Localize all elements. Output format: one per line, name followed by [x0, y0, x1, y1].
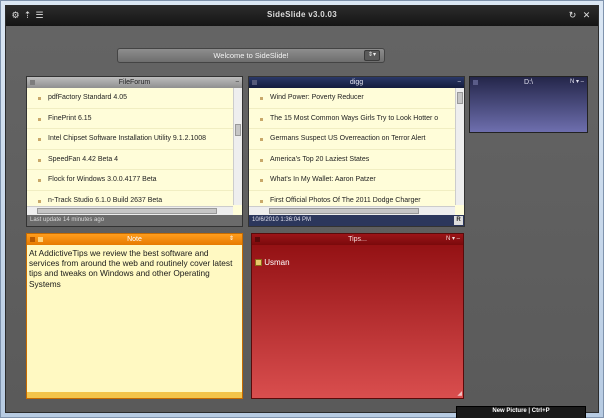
vertical-scrollbar[interactable]: [455, 88, 464, 205]
list-item[interactable]: Flock for Windows 3.0.0.4177 Beta: [27, 170, 233, 191]
list-item[interactable]: SpeedFan 4.42 Beta 4: [27, 150, 233, 170]
drive-header[interactable]: D:\ N ▾ –: [470, 77, 587, 88]
welcome-label: Welcome to SideSlide!: [213, 51, 289, 60]
scroll-thumb[interactable]: [457, 92, 463, 104]
workspace[interactable]: Welcome to SideSlide! ⇕▾ FileForum – pdf…: [6, 26, 598, 418]
refresh-icon[interactable]: ↻: [567, 10, 578, 21]
note-title: Note: [127, 236, 142, 243]
digg-timestamp: 10/6/2010 1:36:04 PM: [252, 217, 312, 223]
list-item[interactable]: The 15 Most Common Ways Girls Try to Loo…: [249, 109, 455, 129]
scroll-thumb[interactable]: [37, 208, 217, 214]
fileforum-status: Last update 14 minutes ago: [27, 215, 242, 226]
panel-grip-icon[interactable]: [30, 237, 35, 242]
scroll-thumb[interactable]: [235, 124, 241, 136]
note-panel[interactable]: Note ⇕ At AddictiveTips we review the be…: [26, 233, 243, 399]
sideslide-window: ⚙ ⇡ ☰ SideSlide v3.0.03 ↻ ✕ Welcome to S…: [5, 5, 599, 418]
list-item[interactable]: Intel Chipset Software Installation Util…: [27, 129, 233, 150]
digg-list: Wind Power: Poverty Reducer The 15 Most …: [249, 88, 455, 205]
list-item[interactable]: pdfFactory Standard 4.05: [27, 88, 233, 109]
list-item[interactable]: FinePrint 6.15: [27, 109, 233, 129]
contact-name: Usman: [264, 258, 290, 267]
list-item[interactable]: Wind Power: Poverty Reducer: [249, 88, 455, 109]
welcome-bar[interactable]: Welcome to SideSlide! ⇕▾: [117, 48, 385, 63]
color-swatch-icon[interactable]: [38, 237, 43, 242]
list-item[interactable]: First Official Photos Of The 2011 Dodge …: [249, 191, 455, 206]
horizontal-scrollbar[interactable]: [27, 206, 233, 215]
horizontal-scrollbar[interactable]: [249, 206, 455, 215]
list-item[interactable]: n-Track Studio 6.1.0 Build 2637 Beta: [27, 191, 233, 206]
list-item[interactable]: Germans Suspect US Overreaction on Terro…: [249, 129, 455, 150]
resize-grip-icon[interactable]: ◢: [457, 390, 462, 397]
scroll-thumb[interactable]: [269, 208, 419, 214]
drive-panel[interactable]: D:\ N ▾ –: [469, 76, 588, 133]
fileforum-title: FileForum: [118, 79, 151, 86]
welcome-dropdown-button[interactable]: ⇕▾: [364, 50, 380, 61]
panel-grip-icon[interactable]: [30, 80, 35, 85]
contact-item[interactable]: Usman: [255, 258, 290, 267]
note-header[interactable]: Note ⇕: [27, 234, 242, 245]
collapse-icon[interactable]: –: [458, 77, 461, 88]
panel-grip-icon[interactable]: [252, 80, 257, 85]
title-bar[interactable]: ⚙ ⇡ ☰ SideSlide v3.0.03 ↻ ✕: [6, 6, 598, 26]
digg-title: digg: [349, 79, 364, 86]
note-text[interactable]: At AddictiveTips we review the best soft…: [29, 248, 240, 289]
toolbar-tooltip: New Picture | Ctrl+P: [492, 408, 550, 414]
list-item[interactable]: America's Top 20 Laziest States: [249, 150, 455, 170]
drive-title: D:\: [524, 79, 533, 86]
tips-panel[interactable]: Tips... N ▾ – Usman ◢: [251, 233, 464, 399]
app-title: SideSlide v3.0.03: [266, 10, 338, 19]
tips-title: Tips...: [348, 236, 367, 243]
list-item[interactable]: What's In My Wallet: Aaron Patzer: [249, 170, 455, 191]
fileforum-list: pdfFactory Standard 4.05 FinePrint 6.15 …: [27, 88, 233, 205]
tips-header[interactable]: Tips... N ▾ –: [252, 234, 463, 245]
vertical-scrollbar[interactable]: [233, 88, 242, 205]
new-item-toolbar: New Picture | Ctrl+P ⚙ ⚲ T: [456, 406, 586, 418]
digg-status: 10/6/2010 1:36:04 PM R: [249, 215, 464, 226]
fileforum-header[interactable]: FileForum –: [27, 77, 242, 88]
note-footer: [27, 392, 242, 398]
contact-icon: [255, 259, 262, 266]
close-icon[interactable]: ✕: [581, 10, 592, 21]
collapse-icon[interactable]: –: [236, 77, 239, 88]
panel-options-icon[interactable]: N ▾ –: [446, 234, 460, 245]
refresh-badge[interactable]: R: [454, 216, 463, 225]
fileforum-panel[interactable]: FileForum – pdfFactory Standard 4.05 Fin…: [26, 76, 243, 227]
digg-panel[interactable]: digg – Wind Power: Poverty Reducer The 1…: [248, 76, 465, 227]
resize-icon[interactable]: ⇕: [229, 234, 234, 245]
panel-grip-icon[interactable]: [473, 80, 478, 85]
digg-header[interactable]: digg –: [249, 77, 464, 88]
panel-options-icon[interactable]: N ▾ –: [570, 77, 584, 88]
panel-grip-icon[interactable]: [255, 237, 260, 242]
